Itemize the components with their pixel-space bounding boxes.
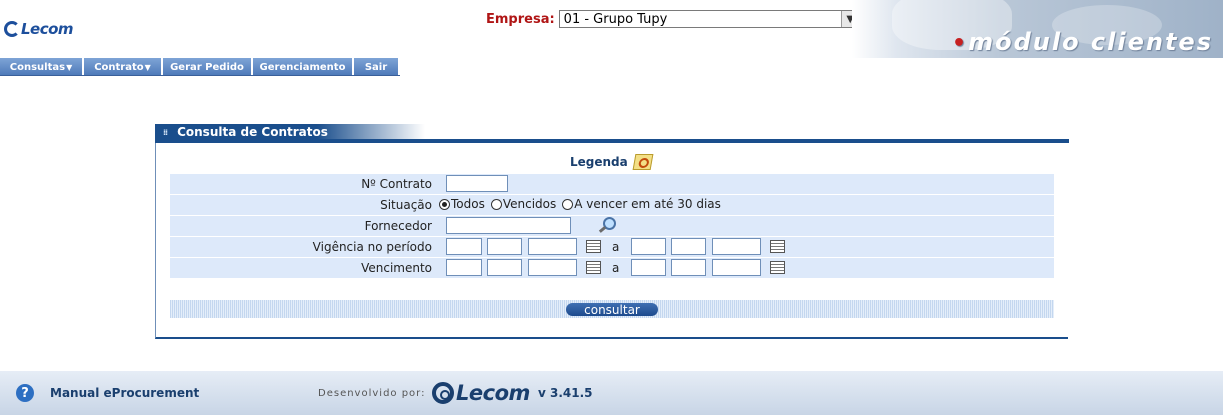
- vencimento-end-year[interactable]: [712, 259, 761, 276]
- consulta-contratos-panel: ⁞⁞ Consulta de Contratos Legenda Nº Contr…: [155, 124, 1069, 339]
- vencimento-end-day[interactable]: [631, 259, 666, 276]
- row-vigencia: Vigência no período a: [170, 237, 1054, 258]
- row-vencimento: Vencimento a: [170, 258, 1054, 279]
- menu-gerar-pedido[interactable]: Gerar Pedido: [163, 58, 253, 76]
- legenda[interactable]: Legenda: [570, 154, 654, 170]
- logo-text: Lecom: [21, 20, 74, 38]
- caret-down-icon: ▼: [144, 62, 151, 72]
- vigencia-end-day[interactable]: [631, 238, 666, 255]
- grip-icon: ⁞⁞: [163, 127, 168, 137]
- contrato-input[interactable]: [446, 175, 508, 192]
- vencimento-end-month[interactable]: [671, 259, 706, 276]
- version-label: v 3.41.5: [538, 386, 593, 400]
- situacao-radios: Todos Vencidos A vencer em até 30 dias: [439, 197, 727, 211]
- radio-a-vencer-label: A vencer em até 30 dias: [574, 197, 721, 211]
- calendar-icon[interactable]: [770, 261, 785, 274]
- radio-vencidos[interactable]: [490, 198, 502, 210]
- vencimento-start-month[interactable]: [487, 259, 522, 276]
- range-separator: a: [612, 240, 620, 254]
- calendar-icon[interactable]: [586, 240, 601, 253]
- lecom-logo-icon: [432, 382, 454, 404]
- button-bar: consultar: [170, 300, 1054, 318]
- vigencia-start-year[interactable]: [528, 238, 577, 255]
- footer-logo-text: Lecom: [456, 381, 530, 405]
- situacao-label: Situação: [380, 198, 432, 212]
- vigencia-label: Vigência no período: [312, 240, 432, 254]
- radio-todos-label: Todos: [451, 197, 485, 211]
- range-separator: a: [612, 261, 620, 275]
- vencimento-start-day[interactable]: [446, 259, 482, 276]
- fornecedor-label: Fornecedor: [364, 219, 432, 233]
- radio-vencidos-label: Vencidos: [502, 197, 557, 211]
- footer: ? Manual eProcurement Desenvolvido por: …: [0, 371, 1223, 415]
- row-situacao: Situação Todos Vencidos A vencer em até …: [170, 195, 1054, 216]
- search-icon[interactable]: [597, 217, 616, 234]
- legend-map-icon[interactable]: [632, 154, 654, 170]
- calendar-icon[interactable]: [770, 240, 785, 253]
- radio-todos[interactable]: [439, 198, 450, 210]
- top-header: Lecom Empresa: 01 - Grupo Tupy ▼ •módulo…: [0, 0, 1223, 58]
- lecom-logo-icon: [4, 21, 20, 37]
- empresa-label: Empresa:: [486, 11, 555, 27]
- menu-contrato[interactable]: Contrato ▼: [84, 58, 163, 76]
- panel-header: ⁞⁞ Consulta de Contratos: [155, 124, 1069, 144]
- radio-a-vencer[interactable]: [562, 198, 574, 210]
- help-icon[interactable]: ?: [16, 384, 34, 402]
- menu-sair[interactable]: Sair: [354, 58, 400, 76]
- consultar-button[interactable]: consultar: [566, 303, 658, 317]
- vigencia-end-month[interactable]: [671, 238, 706, 255]
- panel-title: Consulta de Contratos: [177, 125, 328, 139]
- empresa-select-value: 01 - Grupo Tupy: [563, 11, 668, 27]
- main-menu: Consultas ▼ Contrato ▼ Gerar Pedido Gerenc…: [0, 58, 400, 76]
- calendar-icon[interactable]: [586, 261, 601, 274]
- row-fornecedor: Fornecedor: [170, 216, 1054, 237]
- menu-gerenciamento[interactable]: Gerenciamento: [253, 58, 354, 76]
- developed-by-label: Desenvolvido por:: [318, 388, 426, 399]
- menu-consultas[interactable]: Consultas ▼: [0, 58, 84, 76]
- module-title: •módulo clientes: [952, 28, 1213, 56]
- empresa-selector: Empresa: 01 - Grupo Tupy ▼: [486, 10, 860, 28]
- lecom-logo: Lecom: [4, 20, 74, 38]
- row-contrato: Nº Contrato: [170, 174, 1054, 195]
- fornecedor-input[interactable]: [446, 217, 571, 234]
- contrato-label: Nº Contrato: [361, 177, 432, 191]
- vigencia-start-month[interactable]: [487, 238, 522, 255]
- vencimento-start-year[interactable]: [528, 259, 577, 276]
- header-banner: •módulo clientes: [852, 0, 1223, 58]
- vencimento-label: Vencimento: [361, 261, 432, 275]
- caret-down-icon: ▼: [66, 62, 73, 72]
- footer-lecom-logo: Lecom: [432, 381, 530, 405]
- empresa-select[interactable]: 01 - Grupo Tupy ▼: [558, 10, 860, 28]
- vigencia-end-year[interactable]: [712, 238, 761, 255]
- legenda-label: Legenda: [570, 155, 628, 169]
- manual-link[interactable]: Manual eProcurement: [50, 386, 199, 400]
- vigencia-start-day[interactable]: [446, 238, 482, 255]
